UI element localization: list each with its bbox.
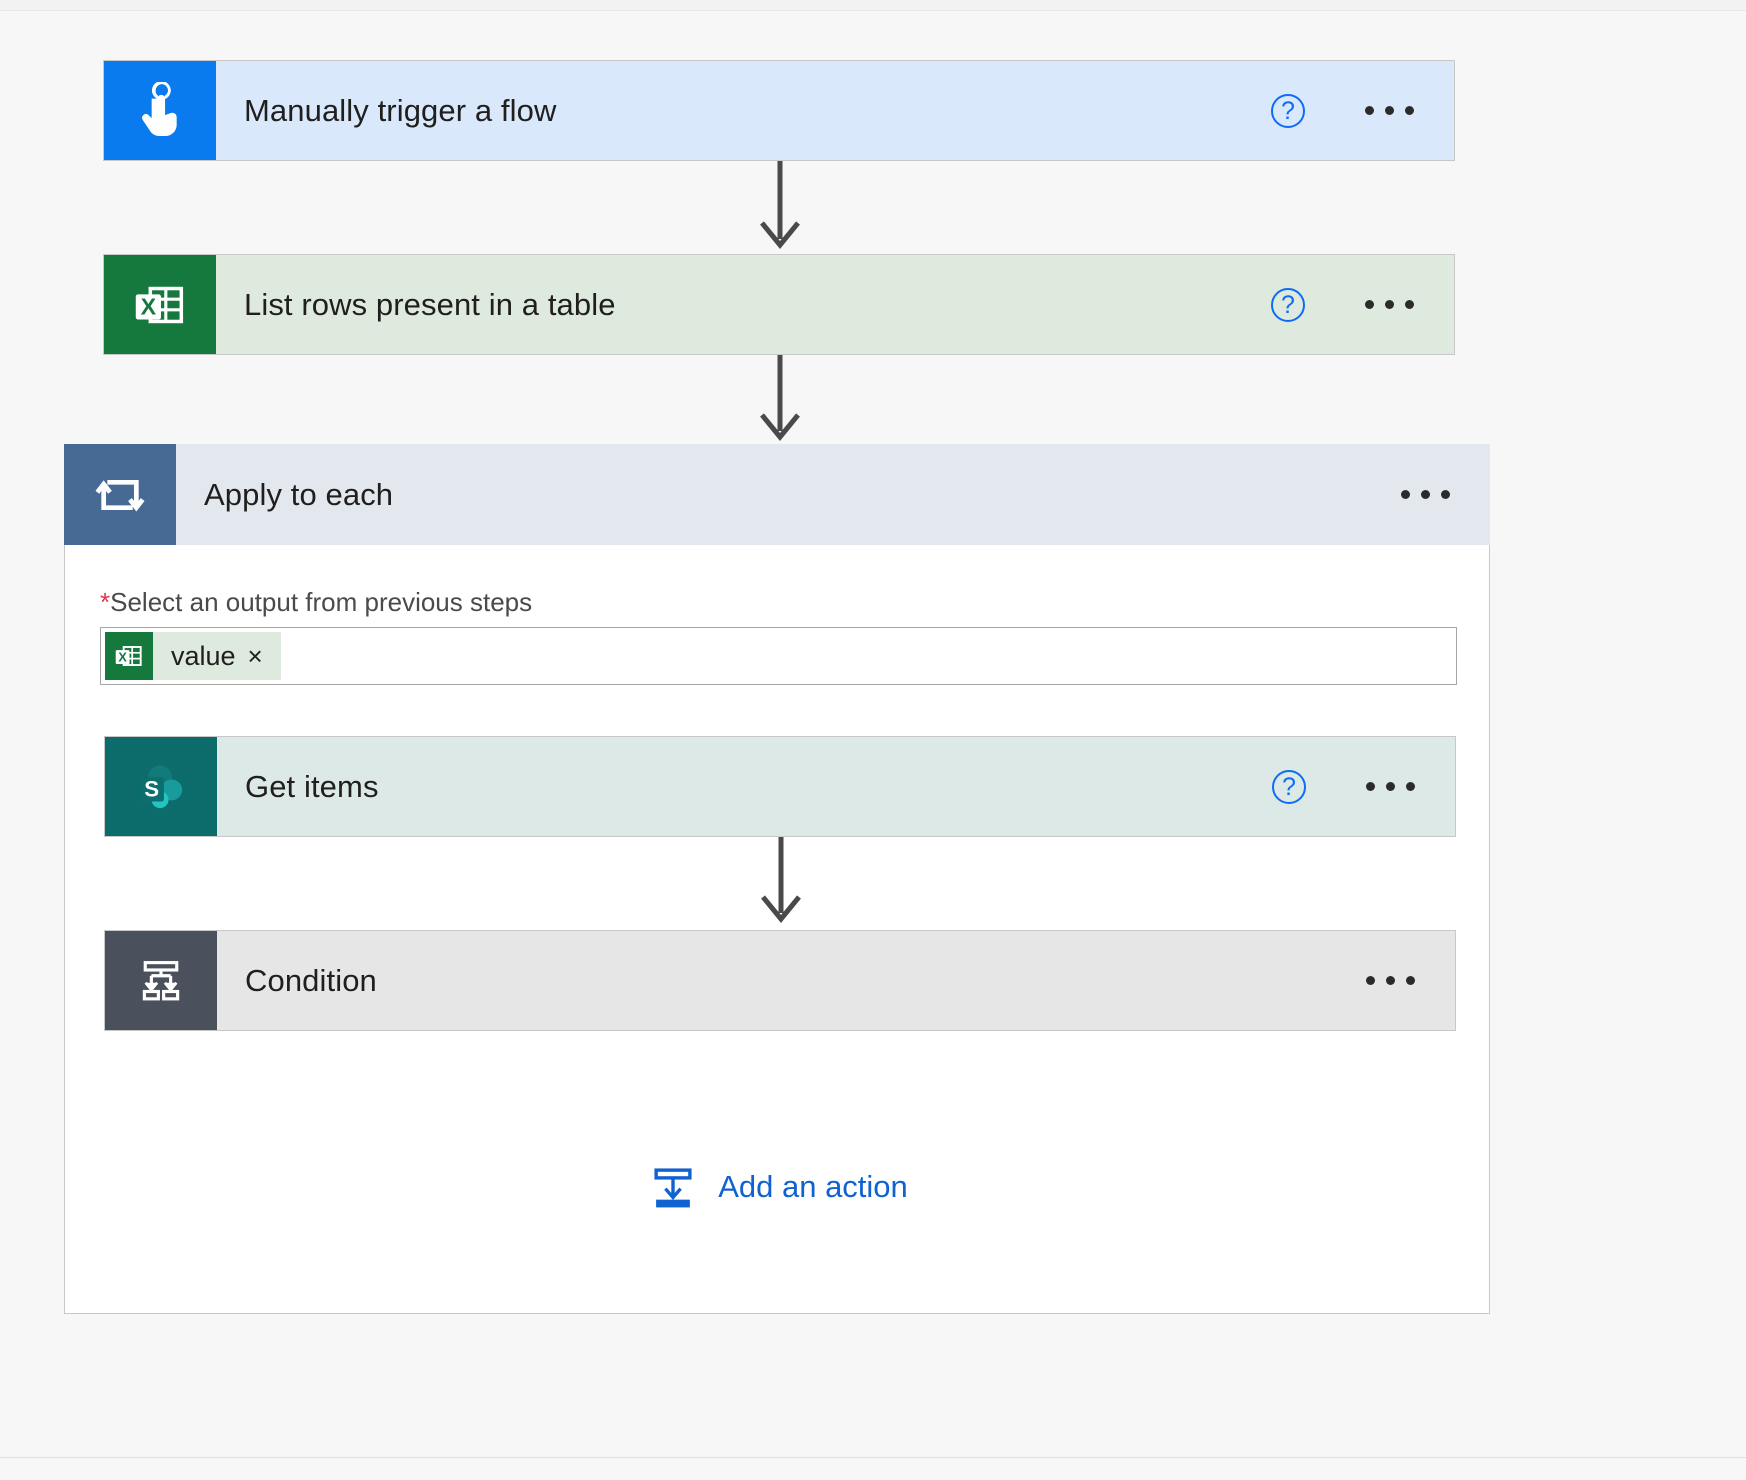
flow-designer-canvas: Manually trigger a flow ? X List rows pr… [0, 0, 1746, 1480]
touch-trigger-icon [104, 61, 216, 160]
connector-arrow [761, 837, 801, 923]
select-output-input[interactable]: X value × [100, 627, 1457, 685]
step-title: Condition [245, 962, 377, 998]
sharepoint-icon: S [105, 737, 217, 836]
step-title: List rows present in a table [244, 286, 616, 322]
add-action-icon [654, 1168, 692, 1208]
add-an-action-label: Add an action [718, 1169, 908, 1204]
apply-to-each-container: Apply to each *Select an output from pre… [64, 444, 1490, 1314]
step-title: Get items [245, 768, 379, 804]
add-an-action-button[interactable]: Add an action [65, 1160, 1489, 1214]
svg-text:S: S [144, 776, 159, 801]
svg-text:X: X [118, 649, 127, 664]
more-menu-icon[interactable] [1366, 976, 1415, 985]
token-label: value [171, 640, 236, 671]
token-chip-value[interactable]: X value × [105, 632, 281, 680]
loop-title: Apply to each [204, 476, 394, 512]
more-menu-icon[interactable] [1366, 782, 1415, 791]
close-icon[interactable]: × [246, 643, 281, 669]
more-menu-icon[interactable] [1365, 106, 1414, 115]
step-card-manually-trigger-a-flow[interactable]: Manually trigger a flow ? [103, 60, 1455, 161]
bottom-divider [0, 1457, 1746, 1480]
select-output-label: *Select an output from previous steps [100, 587, 532, 618]
card-actions [1366, 931, 1455, 1030]
card-actions: ? [1271, 61, 1454, 160]
more-menu-icon[interactable] [1401, 490, 1450, 499]
help-icon[interactable]: ? [1271, 93, 1305, 128]
more-menu-icon[interactable] [1365, 300, 1414, 309]
step-card-condition[interactable]: Condition [104, 930, 1456, 1031]
svg-text:X: X [141, 293, 157, 319]
excel-icon: X [104, 255, 216, 354]
connector-arrow [760, 161, 800, 249]
excel-icon: X [105, 632, 153, 680]
top-divider [0, 0, 1746, 11]
help-icon[interactable]: ? [1272, 769, 1306, 804]
card-actions: ? [1271, 255, 1454, 354]
card-actions [1401, 444, 1490, 545]
step-card-get-items[interactable]: S Get items ? [104, 736, 1456, 837]
condition-icon [105, 931, 217, 1030]
card-actions: ? [1272, 737, 1455, 836]
select-output-label-text: Select an output from previous steps [110, 587, 533, 617]
connector-arrow [760, 355, 800, 441]
required-asterisk: * [100, 587, 111, 617]
loop-icon [64, 444, 176, 545]
step-card-list-rows-present-in-a-table[interactable]: X List rows present in a table ? [103, 254, 1455, 355]
step-title: Manually trigger a flow [244, 92, 557, 128]
loop-header-apply-to-each[interactable]: Apply to each [64, 444, 1490, 545]
help-icon[interactable]: ? [1271, 287, 1305, 322]
